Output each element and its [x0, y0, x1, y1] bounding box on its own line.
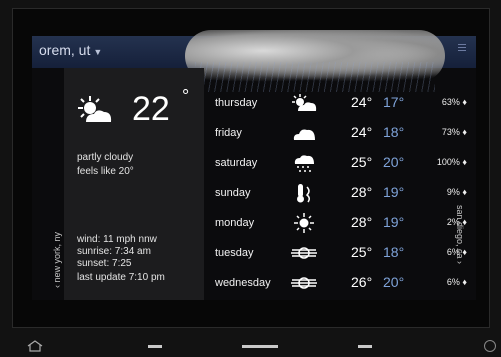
forecast-row[interactable]: monday 28° 19° 2% ♦: [205, 208, 475, 238]
forecast-day: saturday: [215, 157, 258, 169]
sunrise-text: sunrise: 7:34 am: [77, 246, 151, 257]
nav-bar-indicator[interactable]: [242, 345, 278, 348]
forecast-day: wednesday: [215, 277, 271, 289]
nav-bar-indicator[interactable]: [148, 345, 162, 348]
forecast-high: 28°: [351, 184, 373, 200]
sun-icon: [294, 213, 314, 233]
precip-chance: 9% ♦: [447, 187, 467, 197]
precip-chance: 6% ♦: [447, 277, 467, 287]
thermometer-icon: [297, 184, 311, 203]
system-nav-bar: [12, 334, 496, 354]
precip-value: 9%: [446, 187, 460, 197]
forecast-row[interactable]: saturday 25° 20° 100% ♦: [205, 148, 475, 178]
forecast-high: 25°: [351, 244, 373, 260]
feels-like-text: feels like 20°: [77, 166, 134, 177]
raindrop-icon: ♦: [462, 187, 467, 197]
forecast-day: monday: [215, 217, 255, 229]
raindrop-icon: ♦: [462, 157, 467, 167]
forecast-low: 19°: [383, 184, 405, 200]
forecast-low: 20°: [383, 274, 405, 290]
forecast-row[interactable]: friday 24° 18° 73% ♦: [205, 118, 475, 148]
precip-value: 73%: [441, 127, 460, 137]
cloud-icon: [293, 129, 315, 140]
wind-text: wind: 11 mph nnw: [77, 234, 157, 245]
circle-icon[interactable]: [484, 340, 496, 352]
current-temperature: 22: [132, 90, 170, 128]
forecast-day: tuesday: [215, 247, 254, 259]
menu-icon[interactable]: [458, 44, 466, 52]
forecast-row[interactable]: thursday 24° 17° 63% ♦: [205, 88, 475, 118]
condition-text: partly cloudy: [77, 152, 134, 163]
rain-icon: [294, 155, 314, 172]
forecast-row[interactable]: tuesday 25° 18° 6% ♦: [205, 238, 475, 268]
forecast-day: friday: [215, 127, 242, 139]
chevron-down-icon: ▼: [93, 47, 103, 57]
forecast-low: 19°: [383, 214, 405, 230]
forecast-row[interactable]: sunday 28° 19° 9% ♦: [205, 178, 475, 208]
forecast-high: 28°: [351, 214, 373, 230]
precip-chance: 100% ♦: [437, 157, 467, 167]
forecast-low: 18°: [383, 244, 405, 260]
partly-cloudy-icon: [292, 94, 317, 111]
raindrop-icon: ♦: [462, 127, 467, 137]
nav-bar-indicator[interactable]: [358, 345, 372, 348]
forecast-day: thursday: [215, 97, 258, 109]
last-update-text: last update 7:10 pm: [77, 272, 165, 283]
forecast-row[interactable]: wednesday 26° 20° 6% ♦: [205, 268, 475, 298]
forecast-list: thursday 24° 17° 63% ♦ friday 24° 18° 73…: [205, 88, 475, 298]
forecast-high: 24°: [351, 124, 373, 140]
forecast-low: 17°: [383, 94, 405, 110]
city-selector[interactable]: orem, ut ▼: [39, 42, 102, 58]
sunset-text: sunset: 7:25: [77, 258, 132, 269]
haze-icon: [291, 277, 317, 289]
precip-value: 63%: [441, 97, 460, 107]
haze-icon: [291, 247, 317, 259]
forecast-high: 26°: [351, 274, 373, 290]
next-city-button[interactable]: san diego, ca ›: [455, 205, 465, 264]
raindrop-icon: ♦: [462, 97, 467, 107]
raindrop-icon: ♦: [462, 277, 467, 287]
partly-cloudy-icon: [78, 96, 112, 122]
home-icon[interactable]: [27, 340, 43, 352]
forecast-low: 18°: [383, 124, 405, 140]
precip-value: 6%: [446, 277, 460, 287]
forecast-high: 25°: [351, 154, 373, 170]
degree-symbol: °: [182, 86, 190, 106]
forecast-day: sunday: [215, 187, 251, 199]
city-name: orem, ut: [39, 42, 91, 58]
prev-city-button[interactable]: ‹ new york, ny: [52, 232, 62, 288]
precip-chance: 63% ♦: [442, 97, 467, 107]
forecast-high: 24°: [351, 94, 373, 110]
forecast-low: 20°: [383, 154, 405, 170]
precip-chance: 73% ♦: [442, 127, 467, 137]
precip-value: 100%: [436, 157, 460, 167]
